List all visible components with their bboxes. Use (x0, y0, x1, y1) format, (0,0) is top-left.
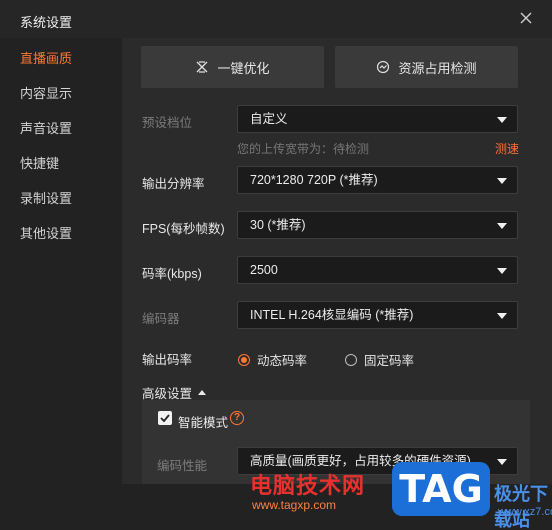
rate-mode-label: 输出码率 (142, 353, 193, 367)
resolution-label: 输出分辨率 (142, 177, 205, 191)
smart-mode-label: 智能模式 (178, 416, 229, 430)
sidebar-item-other-settings[interactable]: 其他设置 (20, 223, 72, 242)
chevron-down-icon (497, 313, 507, 319)
dynamic-rate-radio[interactable]: 动态码率 (238, 350, 307, 369)
encoder-select[interactable]: INTEL H.264核显编码 (*推荐) (237, 301, 518, 329)
resolution-value: 720*1280 720P (*推荐) (250, 173, 378, 187)
chevron-up-icon (198, 390, 207, 395)
sidebar-item-content-display[interactable]: 内容显示 (20, 83, 72, 102)
sidebar-item-hotkeys[interactable]: 快捷键 (20, 153, 59, 172)
speedtest-link[interactable]: 测速 (495, 140, 519, 157)
sidebar (0, 38, 122, 530)
fps-value: 30 (*推荐) (250, 218, 306, 232)
fixed-rate-radio[interactable]: 固定码率 (345, 350, 414, 369)
chevron-down-icon (497, 268, 507, 274)
bitrate-select[interactable]: 2500 (237, 256, 518, 284)
help-icon[interactable]: ? (230, 411, 244, 425)
title-bar: 系统设置 (0, 0, 552, 38)
encode-perf-label: 编码性能 (157, 459, 208, 473)
smart-mode-checkbox[interactable] (158, 411, 172, 425)
sidebar-item-record-settings[interactable]: 录制设置 (20, 188, 72, 207)
bitrate-value: 2500 (250, 263, 278, 277)
optimize-button[interactable]: 一键优化 (141, 46, 324, 88)
optimize-label: 一键优化 (217, 60, 270, 76)
watermark-site: 极光下载站 (494, 484, 548, 530)
chevron-down-icon (497, 223, 507, 229)
fps-label: FPS(每秒帧数) (142, 222, 225, 236)
bandwidth-hint: 您的上传宽带为：待检测 (237, 142, 370, 156)
resource-check-button[interactable]: 资源占用检测 (335, 46, 518, 88)
magic-wand-icon (197, 61, 208, 73)
resource-check-label: 资源占用检测 (398, 60, 477, 76)
dynamic-rate-label: 动态码率 (257, 354, 308, 368)
bitrate-label: 码率(kbps) (142, 267, 202, 281)
encoder-value: INTEL H.264核显编码 (*推荐) (250, 308, 414, 322)
resolution-select[interactable]: 720*1280 720P (*推荐) (237, 166, 518, 194)
watermark: 电脑技术网 www.tagxp.com TAG 极光下载站 www.xz7.co… (250, 462, 552, 530)
radio-selected-icon (238, 353, 250, 366)
watermark-site-url: www.xz7.com (498, 506, 552, 518)
sidebar-item-audio-settings[interactable]: 声音设置 (20, 118, 72, 137)
preset-label: 预设档位 (142, 116, 193, 130)
fixed-rate-label: 固定码率 (364, 354, 415, 368)
watermark-text: 电脑技术网 (250, 474, 366, 499)
fps-select[interactable]: 30 (*推荐) (237, 211, 518, 239)
close-icon[interactable] (518, 10, 534, 26)
preset-select[interactable]: 自定义 (237, 105, 518, 133)
chevron-down-icon (497, 117, 507, 123)
preset-value: 自定义 (250, 112, 288, 126)
radio-unselected-icon (345, 353, 357, 366)
sidebar-item-stream-quality[interactable]: 直播画质 (20, 48, 72, 67)
watermark-url: www.tagxp.com (252, 498, 337, 512)
gauge-icon (377, 60, 390, 74)
check-icon (160, 414, 170, 423)
chevron-down-icon (497, 178, 507, 184)
watermark-badge: TAG (392, 462, 490, 516)
window-title: 系统设置 (20, 15, 73, 30)
encoder-label: 编码器 (142, 312, 180, 326)
